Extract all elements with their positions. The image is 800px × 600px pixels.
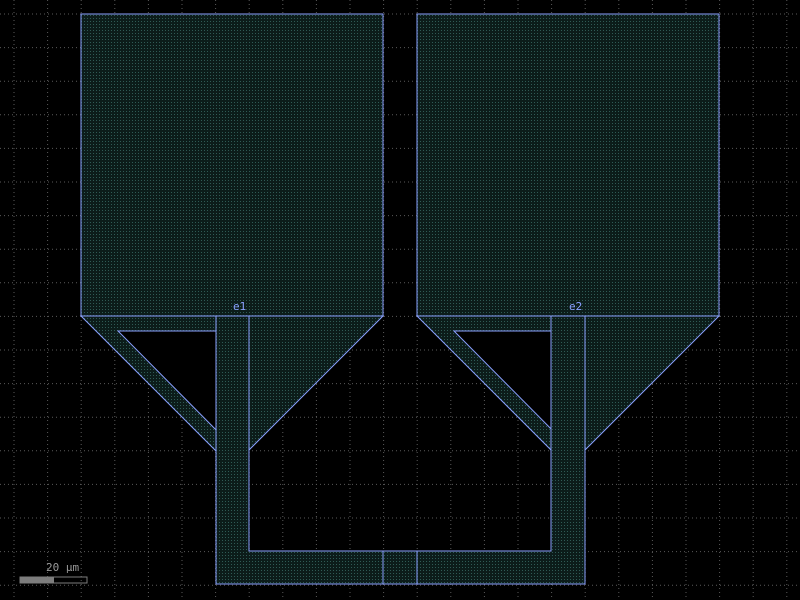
pad-left-square [80, 13, 384, 317]
port-label-e1: e1 [233, 300, 246, 313]
port-label-e2: e2 [569, 300, 582, 313]
layout-canvas: e1 e2 20 µm [0, 0, 800, 600]
scale-bar-label: 20 µm [46, 561, 79, 574]
scale-bar-fill [20, 577, 54, 583]
pad-right-square [416, 13, 720, 317]
